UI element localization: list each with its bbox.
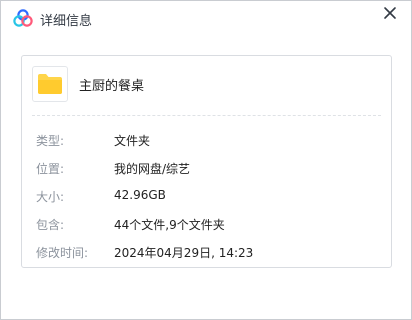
details-dialog: 详细信息 主厨的餐桌 类型: 文件夹 位置: 我的网盘/综艺 大小: 42.96… — [0, 0, 412, 320]
detail-label: 位置: — [36, 162, 65, 176]
divider — [32, 115, 381, 116]
folder-thumbnail — [32, 66, 68, 102]
detail-label: 包含: — [36, 218, 65, 232]
detail-value: 42.96GB — [114, 188, 166, 202]
detail-label: 大小: — [36, 190, 65, 204]
detail-label: 修改时间: — [36, 246, 89, 260]
close-button[interactable] — [381, 4, 399, 22]
folder-icon — [38, 74, 62, 94]
detail-label: 类型: — [36, 134, 65, 148]
dialog-title: 详细信息 — [40, 14, 93, 29]
detail-value: 文件夹 — [114, 134, 151, 148]
close-icon[interactable] — [381, 4, 399, 22]
cloud-logo-icon — [13, 8, 33, 28]
detail-value: 44个文件,9个文件夹 — [114, 218, 225, 232]
title-bar: 详细信息 — [1, 1, 411, 35]
folder-name: 主厨的餐桌 — [79, 79, 145, 94]
detail-value: 2024年04月29日, 14:23 — [114, 246, 254, 260]
detail-value: 我的网盘/综艺 — [114, 162, 191, 176]
details-card: 主厨的餐桌 类型: 文件夹 位置: 我的网盘/综艺 大小: 42.96GB 包含… — [21, 55, 392, 268]
